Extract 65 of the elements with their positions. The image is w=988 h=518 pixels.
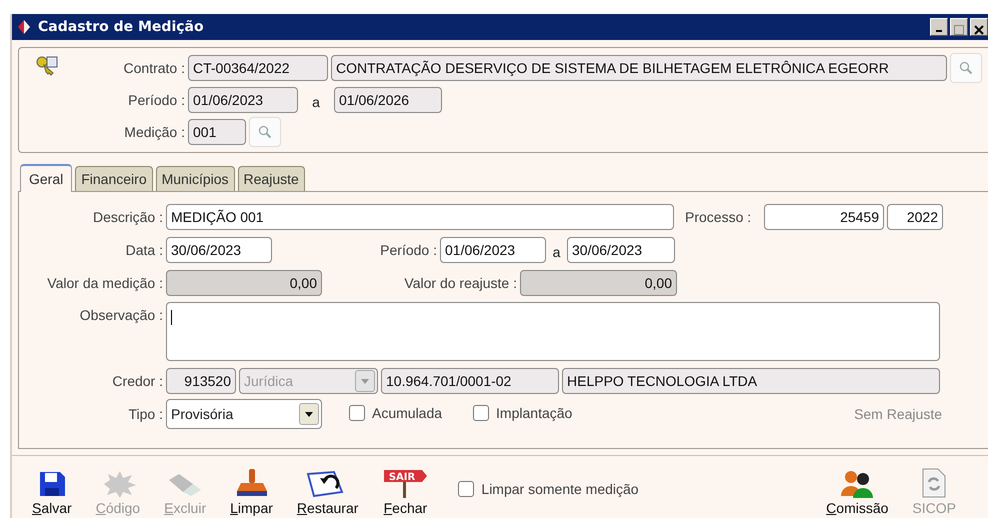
date-field[interactable]: 30/06/2023	[567, 237, 675, 263]
minimize-icon	[936, 30, 942, 32]
search-button[interactable]	[950, 53, 982, 83]
amount-field[interactable]: 0,00	[520, 270, 677, 296]
text-cursor	[171, 310, 172, 325]
tab[interactable]: Geral	[20, 164, 72, 192]
sign-text: SAIR	[389, 472, 416, 483]
process-number-field[interactable]: 25459	[764, 204, 884, 230]
contract-code-field[interactable]: CT-00364/2022	[188, 55, 328, 81]
amount-field[interactable]: 0,00	[166, 270, 322, 296]
field-label: Descrição :	[92, 209, 163, 225]
field-label: Período :	[379, 242, 437, 258]
date-field[interactable]: 01/06/2026	[334, 87, 442, 113]
field-label: Medição :	[123, 124, 185, 140]
tab[interactable]: Financeiro	[75, 166, 153, 191]
clear-only-measurement-checkbox[interactable]: Limpar somente medição	[458, 481, 639, 497]
measurement-field[interactable]: 001	[188, 119, 246, 145]
maximize-icon	[954, 25, 964, 35]
implantacao[interactable]: Implantação	[473, 404, 572, 420]
field-label: Data :	[124, 242, 163, 258]
field-label: Observação :	[78, 306, 163, 323]
tab[interactable]: Reajuste	[238, 166, 305, 191]
field-label: Credor :	[111, 373, 163, 389]
close-icon	[974, 25, 984, 35]
contract-description-field[interactable]: CONTRATAÇÃO DESERVIÇO DE SISTEMA DE BILHETAGEM ELETRÔNICA EGEORR	[331, 55, 947, 81]
search-icon	[258, 125, 272, 139]
checkbox[interactable]	[473, 404, 490, 420]
toolbar-button[interactable]: Comissão	[822, 470, 892, 516]
date-field[interactable]: 01/06/2023	[440, 237, 546, 263]
stamp-icon	[234, 468, 269, 498]
process-year-field[interactable]: 2022	[887, 204, 943, 230]
description-field[interactable]: MEDIÇÃO 001	[166, 204, 674, 230]
toolbar-button[interactable]: Restaurar	[292, 468, 362, 516]
field-label: Período :	[127, 92, 185, 108]
search-icon	[959, 61, 973, 75]
field-label: Tipo :	[128, 406, 163, 422]
field-label: Valor da medição :	[46, 275, 163, 291]
minimize-button[interactable]	[930, 18, 948, 36]
toolbar-button[interactable]: Salvar	[28, 470, 76, 516]
type-dropdown[interactable]: Provisória	[166, 399, 322, 429]
checkbox[interactable]	[349, 404, 365, 420]
people-icon	[839, 470, 876, 498]
close-button[interactable]	[970, 18, 988, 36]
field-label: Contrato :	[122, 60, 185, 76]
date-field[interactable]: 30/06/2023	[166, 237, 272, 263]
creditor-name-field[interactable]: HELPPO TECNOLOGIA LTDA	[562, 368, 940, 394]
cnpj-field[interactable]: 10.964.701/0001-02	[381, 368, 559, 394]
toolbar-button[interactable]: Limpar	[226, 468, 277, 516]
adjustment-status-text: Sem Reajuste	[854, 406, 942, 422]
creditor-code-field[interactable]: 913520	[166, 368, 236, 394]
separator-text: a	[311, 93, 321, 110]
separator-text: a	[552, 243, 562, 260]
observation-field[interactable]	[166, 302, 940, 361]
search-button[interactable]	[249, 117, 281, 147]
tab[interactable]: Municípios	[156, 166, 235, 191]
field-label: Processo :	[685, 209, 752, 225]
date-field[interactable]: 01/06/2023	[188, 87, 298, 113]
acumulada[interactable]: Acumulada	[349, 404, 442, 420]
toolbar-button[interactable]: SAIR Fechar	[378, 468, 432, 516]
window-title: Cadastro de Medição	[38, 19, 204, 35]
maximize-button[interactable]	[950, 18, 968, 36]
field-label: Valor do reajuste :	[403, 275, 517, 291]
key-icon	[35, 56, 59, 76]
document-refresh-icon	[921, 468, 948, 498]
app-icon	[16, 19, 32, 35]
